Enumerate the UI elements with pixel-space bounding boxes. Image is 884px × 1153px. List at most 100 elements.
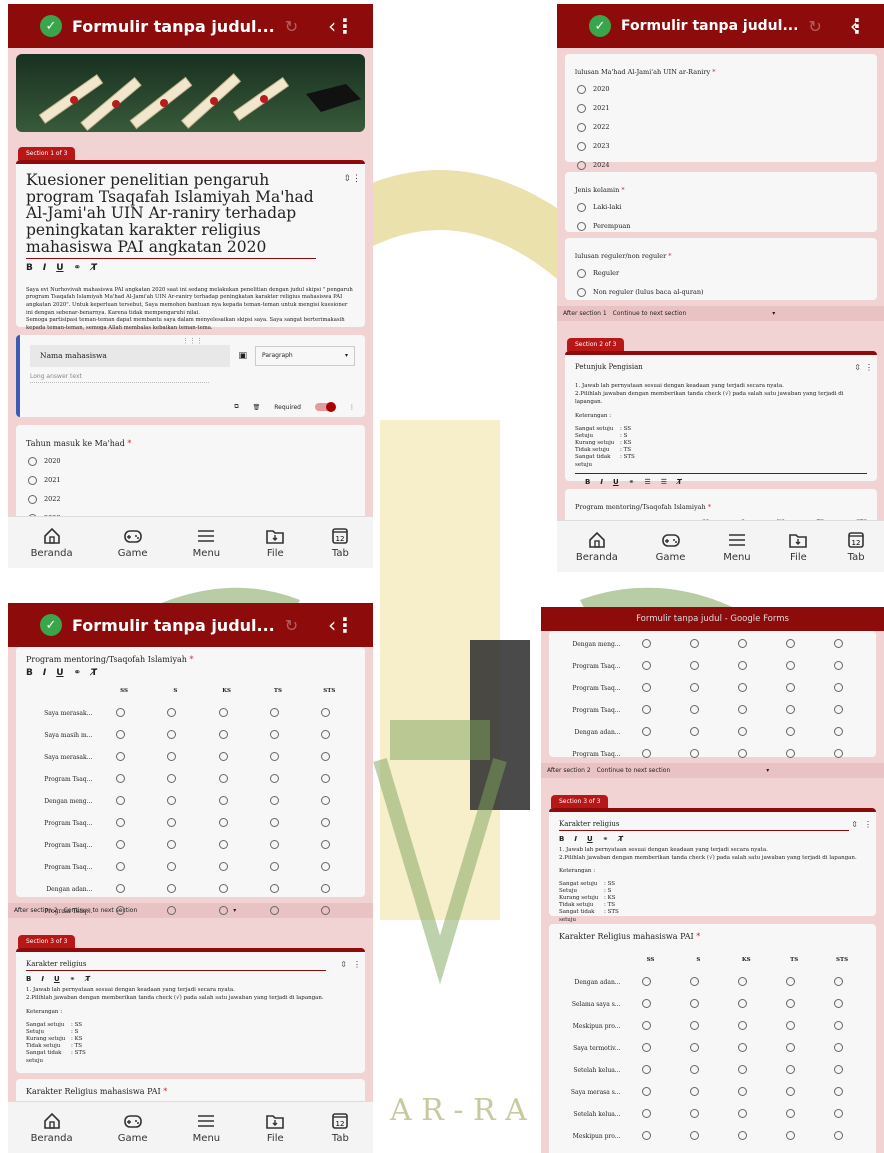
radio-icon[interactable] — [269, 883, 279, 893]
drag-handle-icon[interactable]: ⋮⋮⋮ — [30, 337, 355, 345]
radio-icon[interactable] — [690, 1042, 700, 1052]
question-card-reguler[interactable]: lulusan reguler/non reguler * Reguler No… — [565, 238, 877, 300]
radio-icon[interactable] — [577, 287, 586, 297]
more-vert-icon[interactable]: ⋮ — [335, 613, 355, 637]
grid-cell[interactable] — [252, 878, 303, 900]
grid-cell[interactable] — [722, 633, 770, 655]
option-2021[interactable]: 2021 — [28, 475, 355, 485]
grid-cell[interactable] — [627, 993, 675, 1015]
radio-icon[interactable] — [321, 707, 331, 717]
radio-icon[interactable] — [642, 1064, 652, 1074]
bulleted-list-icon[interactable]: ☰ — [661, 478, 667, 486]
grid-cell[interactable] — [627, 1081, 675, 1103]
radio-icon[interactable] — [786, 1130, 796, 1140]
radio-icon[interactable] — [690, 1020, 700, 1030]
collapse-icon[interactable]: ⇳ — [340, 960, 347, 969]
section-2-title[interactable]: Petunjuk Pengisian — [575, 363, 867, 371]
bold-icon[interactable]: B — [585, 478, 590, 486]
radio-icon[interactable] — [269, 751, 279, 761]
nav-item[interactable]: Beranda — [31, 1111, 73, 1144]
italic-icon[interactable]: I — [574, 835, 577, 843]
radio-icon[interactable] — [786, 1020, 796, 1030]
question-card-name[interactable]: ⋮⋮⋮ Nama mahasiswa ▣ Paragraph ▾ Long ans… — [16, 335, 365, 417]
after-section-1[interactable]: After section 1 Continue to next section ▾ — [557, 306, 884, 321]
radio-icon[interactable] — [269, 729, 279, 739]
grid-cell[interactable] — [722, 1103, 770, 1125]
grid-cell[interactable] — [150, 834, 201, 856]
nav-item[interactable]: Beranda — [31, 526, 73, 559]
radio-icon[interactable] — [218, 729, 228, 739]
collapse-icon[interactable]: ⇳ — [343, 174, 351, 184]
after-section-2[interactable]: After section 2 Continue to next section ▾ — [541, 763, 884, 778]
nav-item[interactable]: File — [265, 526, 285, 559]
radio-icon[interactable] — [577, 160, 586, 170]
grid-cell[interactable] — [252, 724, 303, 746]
grid-cell[interactable] — [627, 677, 675, 699]
radio-icon[interactable] — [167, 751, 177, 761]
radio-icon[interactable] — [167, 729, 177, 739]
more-vert-icon[interactable]: ⋮ — [353, 960, 361, 969]
clear-format-icon[interactable]: T̸ — [619, 835, 624, 843]
grid-cell[interactable] — [674, 1125, 722, 1147]
section-3-card[interactable]: ⋮ ⇳ Karakter religius B I U ⚭ T̸ 1. Jawab la… — [549, 808, 876, 923]
grid-cell[interactable] — [304, 812, 355, 834]
grid-cell[interactable] — [627, 971, 675, 993]
required-toggle[interactable] — [315, 402, 336, 412]
grid-cell[interactable] — [674, 971, 722, 993]
underline-icon[interactable]: U — [587, 835, 593, 843]
grid-cell[interactable] — [150, 702, 201, 724]
bold-icon[interactable]: B — [26, 975, 31, 983]
grid-cell[interactable] — [150, 790, 201, 812]
grid-cell[interactable] — [98, 746, 149, 768]
radio-icon[interactable] — [738, 976, 748, 986]
grid-cell[interactable] — [252, 768, 303, 790]
option-reguler[interactable]: Reguler — [577, 268, 867, 278]
grid-cell[interactable] — [722, 1037, 770, 1059]
grid-question-mentoring[interactable]: Program mentoring/Tsaqofah Islamiyah * B… — [16, 647, 365, 915]
radio-icon[interactable] — [577, 202, 586, 212]
italic-icon[interactable]: I — [600, 478, 603, 486]
bold-icon[interactable]: B — [26, 263, 33, 273]
radio-icon[interactable] — [834, 1130, 844, 1140]
grid-cell[interactable] — [627, 1037, 675, 1059]
grid-cell[interactable] — [674, 743, 722, 765]
grid-cell[interactable] — [201, 856, 252, 878]
option-2022[interactable]: 2022 — [28, 494, 355, 504]
grid-cell[interactable] — [674, 699, 722, 721]
grid-cell[interactable] — [252, 702, 303, 724]
grid-cell[interactable] — [627, 633, 675, 655]
nav-item[interactable]: 12 Tab — [330, 1111, 350, 1144]
radio-icon[interactable] — [28, 456, 37, 466]
grid-cell[interactable] — [722, 655, 770, 677]
grid-cell[interactable] — [818, 677, 866, 699]
radio-icon[interactable] — [690, 704, 700, 714]
grid-cell[interactable] — [818, 971, 866, 993]
radio-icon[interactable] — [642, 682, 652, 692]
more-vert-icon[interactable]: ⋮ — [847, 14, 867, 38]
radio-icon[interactable] — [577, 141, 586, 151]
grid-cell[interactable] — [201, 900, 252, 922]
form-title-card[interactable]: ⇳ ⋮ Kuesioner penelitian pengaruh progra… — [16, 160, 365, 331]
check-icon[interactable]: ✓ — [40, 614, 62, 636]
nav-item[interactable]: 12 Tab — [330, 526, 350, 559]
radio-icon[interactable] — [577, 268, 586, 278]
radio-icon[interactable] — [834, 1042, 844, 1052]
grid-cell[interactable] — [201, 702, 252, 724]
section-3-card[interactable]: ⋮ ⇳ Karakter religius B I U ⚭ T̸ 1. Jawab la… — [16, 948, 365, 1073]
grid-cell[interactable] — [674, 633, 722, 655]
radio-icon[interactable] — [167, 839, 177, 849]
collapse-icon[interactable]: ⇳ — [854, 363, 861, 372]
grid-cell[interactable] — [674, 1015, 722, 1037]
grid-cell[interactable] — [98, 812, 149, 834]
grid-cell[interactable] — [770, 1081, 818, 1103]
numbered-list-icon[interactable]: ☰ — [645, 478, 651, 486]
radio-icon[interactable] — [218, 817, 228, 827]
radio-icon[interactable] — [28, 475, 37, 485]
grid-cell[interactable] — [98, 790, 149, 812]
grid-cell[interactable] — [304, 702, 355, 724]
grid-cell[interactable] — [770, 743, 818, 765]
grid-cell[interactable] — [674, 655, 722, 677]
grid-cell[interactable] — [201, 768, 252, 790]
radio-icon[interactable] — [834, 976, 844, 986]
grid-cell[interactable] — [770, 1147, 818, 1153]
